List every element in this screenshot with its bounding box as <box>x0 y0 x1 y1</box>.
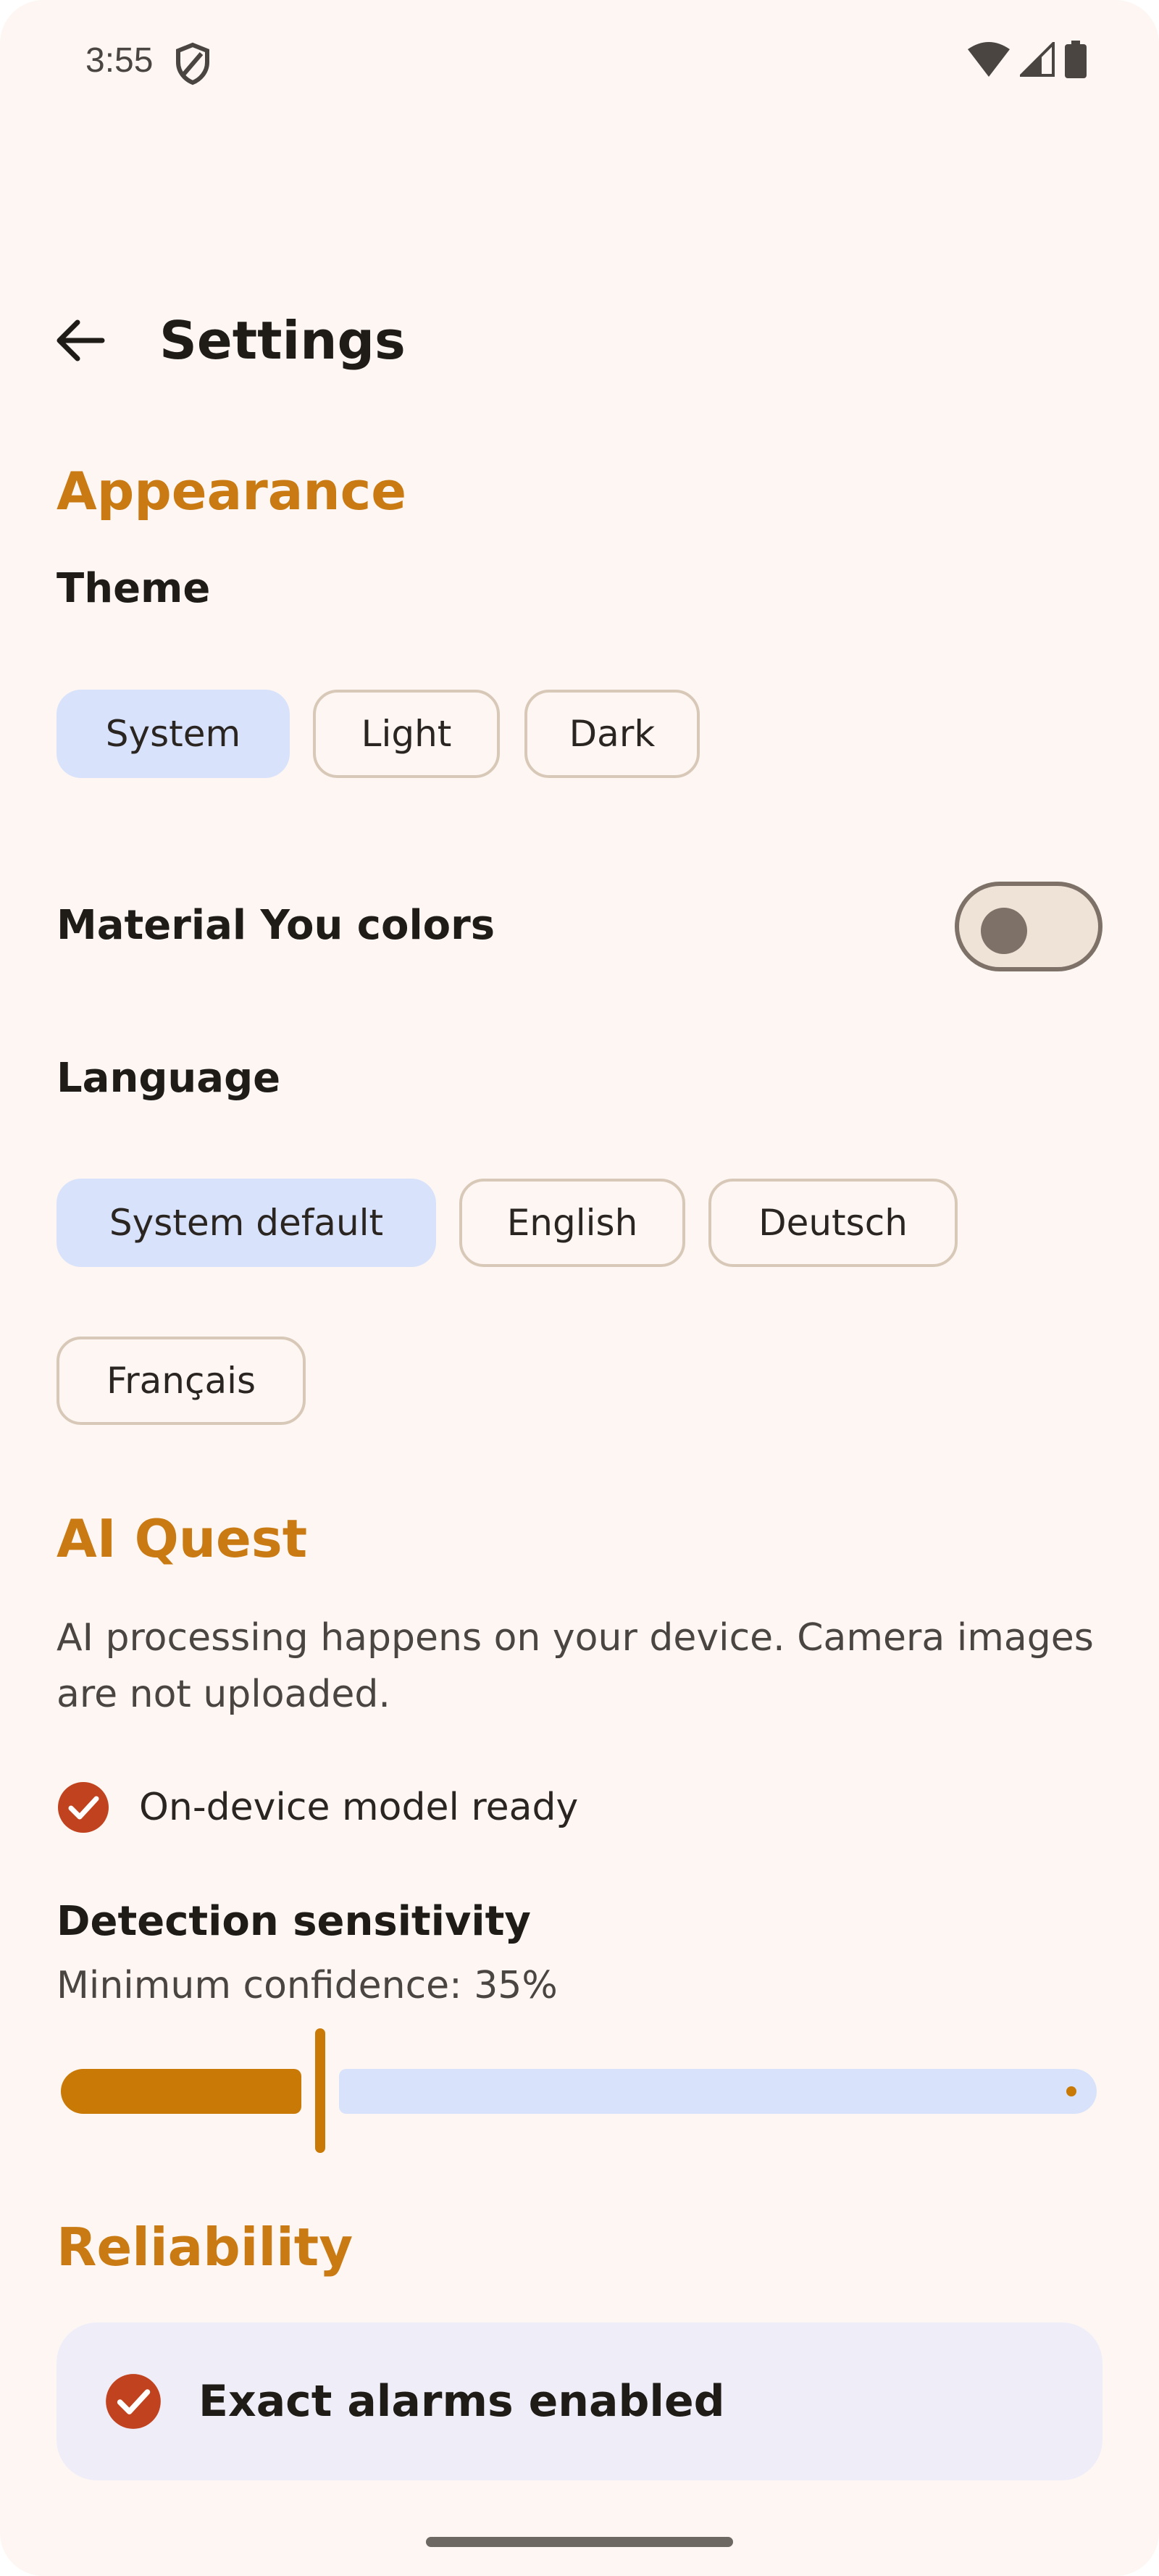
material-you-label: Material You colors <box>57 902 495 949</box>
section-title-ai-quest: AI Quest <box>57 1508 308 1569</box>
back-button[interactable] <box>43 304 116 377</box>
theme-chip-dark[interactable]: Dark <box>524 690 700 778</box>
check-circle-icon <box>106 2374 161 2429</box>
exact-alarms-text: Exact alarms enabled <box>198 2376 725 2427</box>
page-title: Settings <box>159 310 406 371</box>
section-title-appearance: Appearance <box>57 461 407 522</box>
theme-chip-light[interactable]: Light <box>313 690 500 778</box>
check-circle-icon <box>58 1782 109 1833</box>
slider-inactive-track <box>339 2069 1097 2114</box>
home-indicator[interactable] <box>426 2537 733 2547</box>
language-chip-deutsch[interactable]: Deutsch <box>708 1179 958 1267</box>
language-chip-system-default[interactable]: System default <box>57 1179 436 1267</box>
shield-icon <box>176 42 209 85</box>
slider-stop-indicator <box>1066 2086 1076 2096</box>
settings-screen: 3:55 Settings Appearance Theme System Li… <box>0 0 1159 2576</box>
ai-privacy-description: AI processing happens on your device. Ca… <box>57 1616 1094 1716</box>
exact-alarms-card[interactable]: Exact alarms enabled <box>57 2322 1102 2480</box>
detection-sensitivity-label: Detection sensitivity <box>57 1898 531 1945</box>
cellular-signal-icon <box>1020 42 1055 77</box>
minimum-confidence-text: Minimum confidence: 35% <box>57 1964 558 2007</box>
slider-active-track <box>61 2069 301 2114</box>
theme-chip-system[interactable]: System <box>57 690 290 778</box>
model-status: On-device model ready <box>57 1781 578 1834</box>
sensitivity-slider[interactable] <box>61 2025 1097 2156</box>
material-you-switch[interactable] <box>955 882 1102 971</box>
model-status-text: On-device model ready <box>139 1786 579 1829</box>
switch-thumb <box>981 908 1027 954</box>
section-title-reliability: Reliability <box>57 2217 353 2278</box>
battery-icon <box>1065 41 1087 78</box>
language-chip-english[interactable]: English <box>459 1179 685 1267</box>
language-label: Language <box>57 1055 281 1102</box>
slider-handle[interactable] <box>315 2028 325 2153</box>
status-icons <box>968 41 1087 78</box>
arrow-back-icon <box>57 319 105 361</box>
status-time: 3:55 <box>85 41 154 80</box>
language-chip-francais[interactable]: Français <box>57 1337 306 1425</box>
theme-label: Theme <box>57 565 211 612</box>
wifi-icon <box>968 42 1010 77</box>
